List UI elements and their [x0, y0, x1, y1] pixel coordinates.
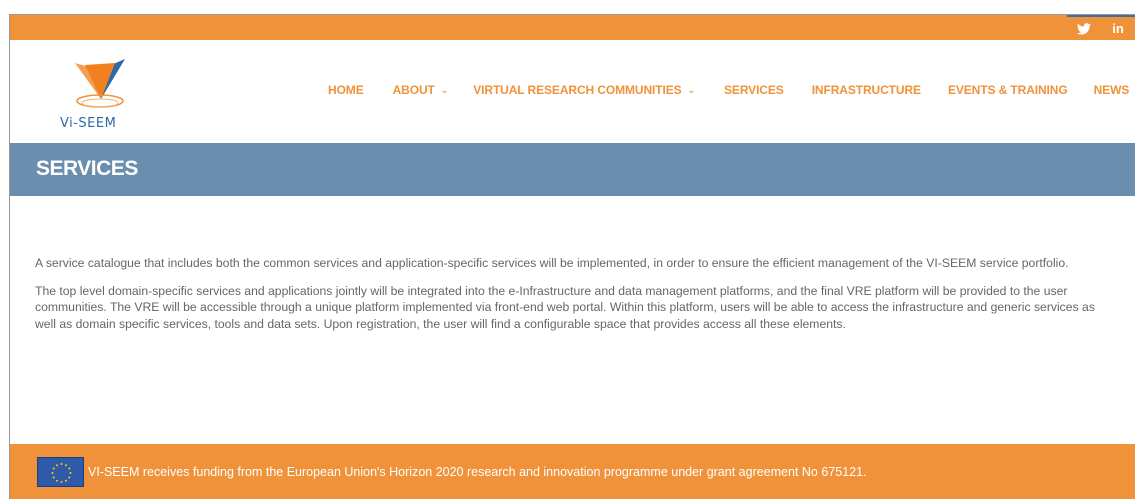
site-logo[interactable]: Vi-SEEM: [54, 57, 146, 132]
linkedin-icon[interactable]: in: [1101, 15, 1135, 40]
nav-news-label: NEWS: [1093, 83, 1130, 97]
nav-news[interactable]: NEWS: [1094, 83, 1130, 97]
top-bar: in: [10, 15, 1135, 40]
nav-vrc-label: VIRTUAL RESEARCH COMMUNITIES: [473, 83, 682, 97]
nav-home-label: HOME: [328, 83, 364, 97]
nav-services[interactable]: SERVICES: [724, 83, 784, 97]
twitter-icon[interactable]: [1067, 15, 1101, 40]
logo-text: Vi-SEEM: [60, 116, 117, 131]
linkedin-icon-label: in: [1112, 21, 1124, 36]
nav-virtual-research-communities[interactable]: VIRTUAL RESEARCH COMMUNITIES ⌄: [473, 83, 695, 97]
content-paragraph: A service catalogue that includes both t…: [35, 256, 1069, 270]
logo-mark-icon: [75, 59, 125, 108]
page-content: A service catalogue that includes both t…: [35, 255, 1115, 344]
nav-services-label: SERVICES: [724, 83, 784, 97]
eu-flag-icon: [37, 457, 84, 487]
social-links: in: [1067, 15, 1135, 40]
nav-infrastructure-label: INFRASTRUCTURE: [811, 83, 921, 97]
chevron-down-icon: ⌄: [440, 84, 449, 95]
footer-funding-text: VI-SEEM receives funding from the Europe…: [88, 465, 867, 479]
nav-infrastructure[interactable]: INFRASTRUCTURE: [812, 83, 921, 97]
nav-events-label: EVENTS & TRAINING: [947, 83, 1068, 97]
site-header: Vi-SEEM HOME ABOUT ⌄ VIRTUAL RESEARCH CO…: [10, 40, 1135, 143]
main-nav: HOME ABOUT ⌄ VIRTUAL RESEARCH COMMUNITIE…: [328, 83, 1129, 97]
nav-events-training[interactable]: EVENTS & TRAINING: [948, 83, 1068, 97]
page-title: SERVICES: [36, 157, 138, 180]
browser-frame: in Vi-SEEM HOME ABOUT ⌄ VIRTUAL RESEARCH…: [9, 14, 1135, 499]
nav-about-label: ABOUT: [392, 83, 435, 97]
nav-home[interactable]: HOME: [328, 83, 364, 97]
site-footer: VI-SEEM receives funding from the Europe…: [10, 444, 1135, 499]
page-title-bar: SERVICES: [10, 143, 1135, 196]
content-paragraph: The top level domain-specific services a…: [35, 283, 1095, 332]
nav-about[interactable]: ABOUT ⌄: [393, 83, 449, 97]
chevron-down-icon: ⌄: [687, 84, 696, 95]
